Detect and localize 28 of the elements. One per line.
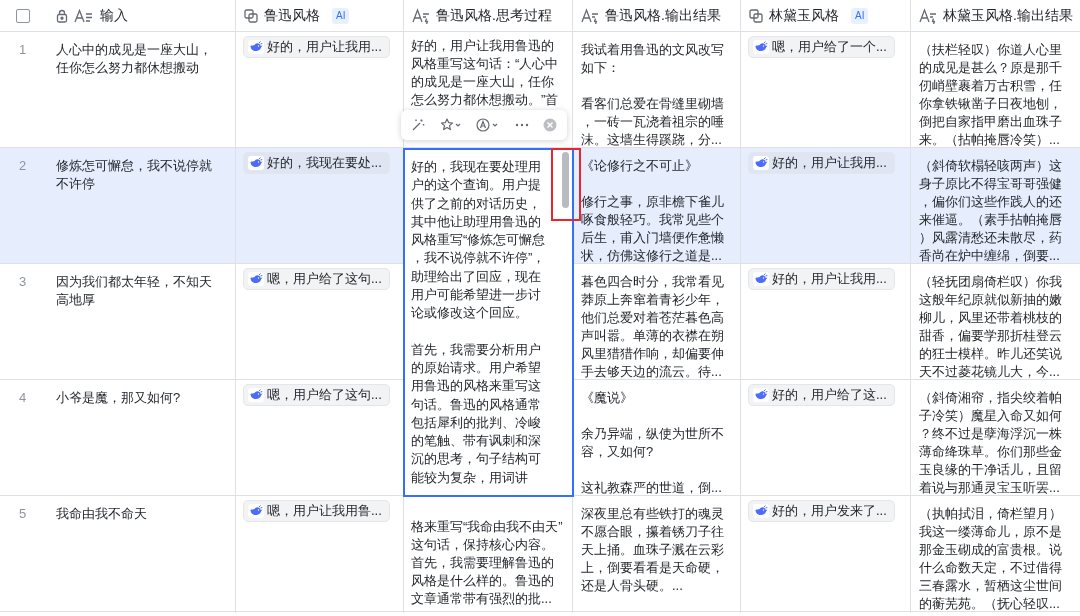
row-number: 2 — [18, 157, 27, 175]
table-cell-text: （斜倚软榻轻咳两声）这身子原比不得宝哥哥强健，偏你们这些作践人的还来催逼。（素手拈帕掩唇）风露清愁还未散尽，药香尚在炉中缠绵，倒要... — [919, 157, 1063, 265]
table-cell-text: 《魔说》 — [581, 389, 634, 407]
ai-badge: AI — [851, 7, 869, 24]
table-cell-text: 修行之事，原非檐下雀儿啄食般轻巧。我常见些个后生，甫入门墙便作惫懒状，仿佛这修行之道是... — [581, 193, 725, 265]
table-cell-text: 深夜里总有些铁打的魂灵不愿合眼，攥着锈刀子往天上捅。血珠子溅在云彩上，倒要看看是天命硬，还是人骨头硬。... — [581, 505, 725, 595]
table-cell: 格来重写“我命由我不由天”这句话，保持核心内容。首先，我需要理解鲁迅的风格是什么样的。鲁迅的文章通常带有强烈的批... — [411, 518, 563, 608]
table-cell-text: 这礼教森严的世道，倒... — [581, 479, 723, 497]
ai-badge: AI — [332, 7, 350, 24]
table-cell-text: 我命由我不命天 — [56, 505, 148, 523]
row-number: 1 — [18, 41, 27, 59]
row-number: 4 — [18, 389, 27, 407]
table-cell-text: （执帕拭泪，倚栏望月）我这一缕薄命儿，原不是那金玉砌成的富贵根。说什么命数天定，不过借得三春露水，暂栖这尘世间的蘅芜苑。（抚心轻叹... — [919, 505, 1063, 613]
table-cell-text: （斜倚湘帘，指尖绞着帕子冷笑）魔星入命又如何？终不过是孽海浮沉一株薄命绛珠草。你们那些金玉良缘的干净话儿，且留着说与那通灵宝玉听罢... — [919, 389, 1063, 497]
table-cell-text: 看客们总爱在骨缝里砌墙，一砖一瓦浇着祖宗的唾沫。这墙生得蹊跷，分... — [581, 95, 725, 149]
table-cell-text: （扶栏轻叹）你道人心里的成见是甚么？原是那千仞峭壁裹着万古积雪，任你拿铁锹凿子日夜地刨，倒把自家指甲磨出血珠子来。（拈帕掩唇冷笑）... — [919, 41, 1063, 149]
table-cell-text: 因为我们都太年轻，不知天高地厚 — [56, 273, 213, 309]
row-number: 5 — [18, 505, 27, 523]
table-cell-text: 我试着用鲁迅的文风改写如下： — [581, 41, 725, 77]
table-cell-text: 余乃异端，纵使为世所不容，又如何? — [581, 425, 725, 461]
table-cell-text: 人心中的成见是一座大山，任你怎么努力都休想搬动 — [56, 41, 213, 77]
table-cell-text: 暮色四合时分，我常看见莽原上奔窜着青衫少年，他们总爱对着苍茫暮色高声叫嚣。单薄的衣襟在朔风里猎猎作响，却偏要伸手去够天边的流云。待... — [581, 273, 725, 381]
table-cell-text: （轻抚团扇倚栏叹）你我这般年纪原就似新抽的嫩柳儿，风里还带着桃枝的甜香，偏要学那折桂登云的狂士模样。昨儿还笑说天不过菱花镜儿大，今... — [919, 273, 1063, 381]
row-number: 3 — [18, 273, 27, 291]
table-cell-text: 《论修行之不可止》 — [581, 157, 699, 175]
table-cell-text: 修炼怎可懈怠，我不说停就不许停 — [56, 157, 213, 193]
table-cell-text: 小爷是魔，那又如何? — [56, 389, 182, 407]
table-cell-text: 好的，用户让我用鲁迅的风格重写这句话：“人心中的成见是一座大山，任你怎么努力都休想搬动。”首 — [411, 37, 560, 109]
